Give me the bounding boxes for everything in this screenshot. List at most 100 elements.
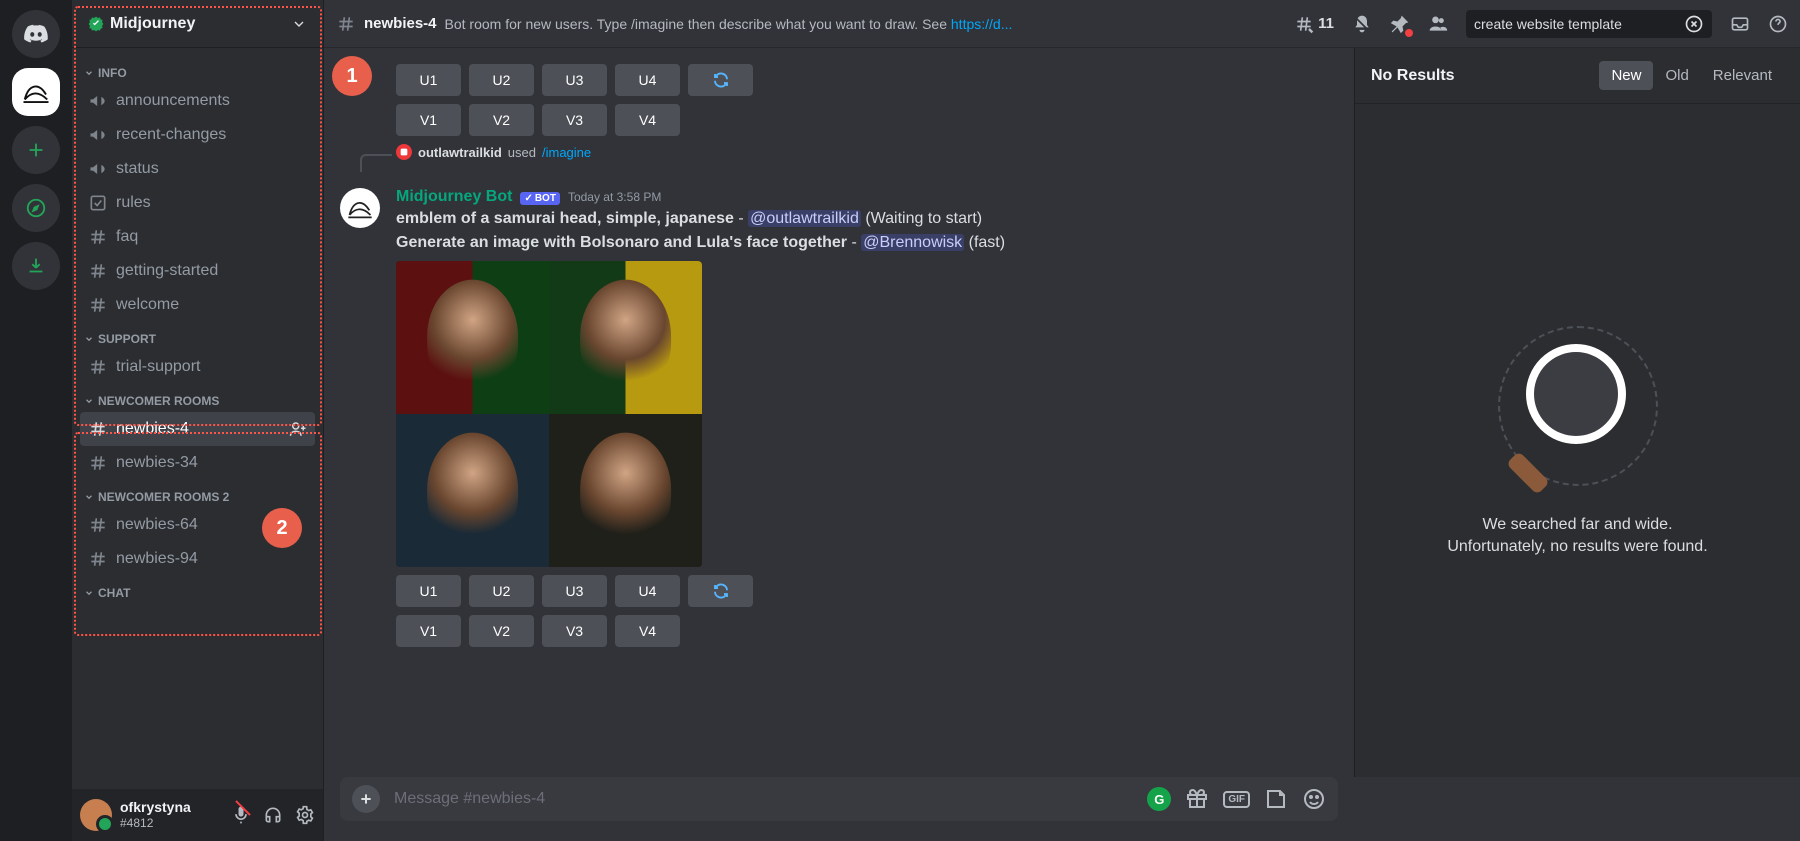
u2-button[interactable]: U2 <box>469 575 534 607</box>
server-list <box>0 0 72 841</box>
input-placeholder: Message #newbies-4 <box>394 790 1133 808</box>
user-tag: #4812 <box>120 816 191 830</box>
clear-search-icon[interactable] <box>1684 14 1704 34</box>
invite-icon[interactable] <box>289 420 307 438</box>
grammarly-icon[interactable]: G <box>1147 787 1171 811</box>
message-author[interactable]: Midjourney Bot <box>396 188 512 206</box>
channel-getting-started[interactable]: getting-started <box>80 254 315 288</box>
message-line-2: Generate an image with Bolsonaro and Lul… <box>396 232 1338 254</box>
search-results-title: No Results <box>1371 67 1599 85</box>
u1-button[interactable]: U1 <box>396 575 461 607</box>
u1-button[interactable]: U1 <box>396 64 461 96</box>
message-input[interactable]: Message #newbies-4 G GIF <box>340 777 1338 821</box>
v4-button[interactable]: V4 <box>615 615 680 647</box>
channel-welcome[interactable]: welcome <box>80 288 315 322</box>
megaphone-icon <box>88 125 108 145</box>
emoji-button[interactable] <box>1302 787 1326 811</box>
threads-button[interactable]: 11 <box>1294 14 1334 34</box>
app-icon <box>396 144 412 160</box>
sticker-button[interactable] <box>1264 787 1288 811</box>
u4-button[interactable]: U4 <box>615 575 680 607</box>
server-name: Midjourney <box>110 15 195 33</box>
category-newcomer-rooms-2[interactable]: NEWCOMER ROOMS 2 <box>80 480 315 508</box>
chat-main: newbies-4 Bot room for new users. Type /… <box>324 0 1800 841</box>
u4-button[interactable]: U4 <box>615 64 680 96</box>
hash-limited-icon <box>88 419 108 439</box>
tab-new[interactable]: New <box>1599 61 1653 90</box>
hash-icon <box>88 295 108 315</box>
channel-topic[interactable]: Bot room for new users. Type /imagine th… <box>445 16 1287 32</box>
channel-rules[interactable]: rules <box>80 186 315 220</box>
image-variant-1 <box>396 261 549 414</box>
search-results-panel: No Results New Old Relevant We searched … <box>1354 48 1800 777</box>
channel-faq[interactable]: faq <box>80 220 315 254</box>
notifications-button[interactable] <box>1352 14 1372 34</box>
reroll-button[interactable] <box>688 575 753 607</box>
channel-recent-changes[interactable]: recent-changes <box>80 118 315 152</box>
message-timestamp: Today at 3:58 PM <box>568 190 661 204</box>
v2-button[interactable]: V2 <box>469 615 534 647</box>
v3-button[interactable]: V3 <box>542 615 607 647</box>
image-variant-2 <box>549 261 702 414</box>
mention[interactable]: @Brennowisk <box>861 234 964 251</box>
empty-line-2: Unfortunately, no results were found. <box>1447 538 1707 556</box>
tab-old[interactable]: Old <box>1653 61 1700 90</box>
user-settings-button[interactable] <box>295 805 315 825</box>
server-header[interactable]: Midjourney <box>72 0 323 48</box>
u2-button[interactable]: U2 <box>469 64 534 96</box>
channel-newbies-4[interactable]: newbies-4 <box>80 412 315 446</box>
search-input[interactable] <box>1466 10 1712 38</box>
channel-newbies-64[interactable]: newbies-64 <box>80 508 315 542</box>
channel-sidebar: Midjourney INFO announcements recent-cha… <box>72 0 324 841</box>
megaphone-icon <box>88 91 108 111</box>
category-info[interactable]: INFO <box>80 56 315 84</box>
search-empty-state: We searched far and wide. Unfortunately,… <box>1355 104 1800 777</box>
u3-button[interactable]: U3 <box>542 575 607 607</box>
channel-status[interactable]: status <box>80 152 315 186</box>
hash-limited-icon <box>88 549 108 569</box>
hash-icon <box>88 261 108 281</box>
attach-button[interactable] <box>352 785 380 813</box>
inbox-button[interactable] <box>1730 14 1750 34</box>
download-apps-button[interactable] <box>12 242 60 290</box>
deafen-button[interactable] <box>263 805 283 825</box>
channel-newbies-34[interactable]: newbies-34 <box>80 446 315 480</box>
v1-button[interactable]: V1 <box>396 615 461 647</box>
user-avatar[interactable] <box>80 799 112 831</box>
chevron-down-icon <box>291 16 307 32</box>
tab-relevant[interactable]: Relevant <box>1701 61 1784 90</box>
topic-link[interactable]: https://d... <box>951 16 1012 32</box>
verified-icon <box>88 16 104 32</box>
megaphone-icon <box>88 159 108 179</box>
v2-button[interactable]: V2 <box>469 104 534 136</box>
u3-button[interactable]: U3 <box>542 64 607 96</box>
bot-avatar[interactable] <box>340 188 380 228</box>
reroll-button[interactable] <box>688 64 753 96</box>
help-button[interactable] <box>1768 14 1788 34</box>
channel-trial-support[interactable]: trial-support <box>80 350 315 384</box>
category-support[interactable]: SUPPORT <box>80 322 315 350</box>
category-chat[interactable]: CHAT <box>80 576 315 604</box>
explore-servers-button[interactable] <box>12 184 60 232</box>
member-list-button[interactable] <box>1428 14 1448 34</box>
channel-announcements[interactable]: announcements <box>80 84 315 118</box>
message-line-1: emblem of a samurai head, simple, japane… <box>396 208 1338 230</box>
add-server-button[interactable] <box>12 126 60 174</box>
rules-icon <box>88 193 108 213</box>
v3-button[interactable]: V3 <box>542 104 607 136</box>
gif-button[interactable]: GIF <box>1223 791 1250 808</box>
generated-image-grid[interactable] <box>396 261 702 567</box>
channel-newbies-94[interactable]: newbies-94 <box>80 542 315 576</box>
user-panel: ofkrystyna #4812 <box>72 789 323 841</box>
v1-button[interactable]: V1 <box>396 104 461 136</box>
mention[interactable]: @outlawtrailkid <box>748 210 861 227</box>
reply-reference[interactable]: outlawtrailkid used /imagine <box>396 144 1338 160</box>
pinned-messages-button[interactable] <box>1390 14 1410 34</box>
server-midjourney[interactable] <box>12 68 60 116</box>
category-newcomer-rooms[interactable]: NEWCOMER ROOMS <box>80 384 315 412</box>
gift-button[interactable] <box>1185 787 1209 811</box>
discord-home-button[interactable] <box>12 10 60 58</box>
search-field[interactable] <box>1474 16 1684 32</box>
mute-mic-button[interactable] <box>231 805 251 825</box>
v4-button[interactable]: V4 <box>615 104 680 136</box>
